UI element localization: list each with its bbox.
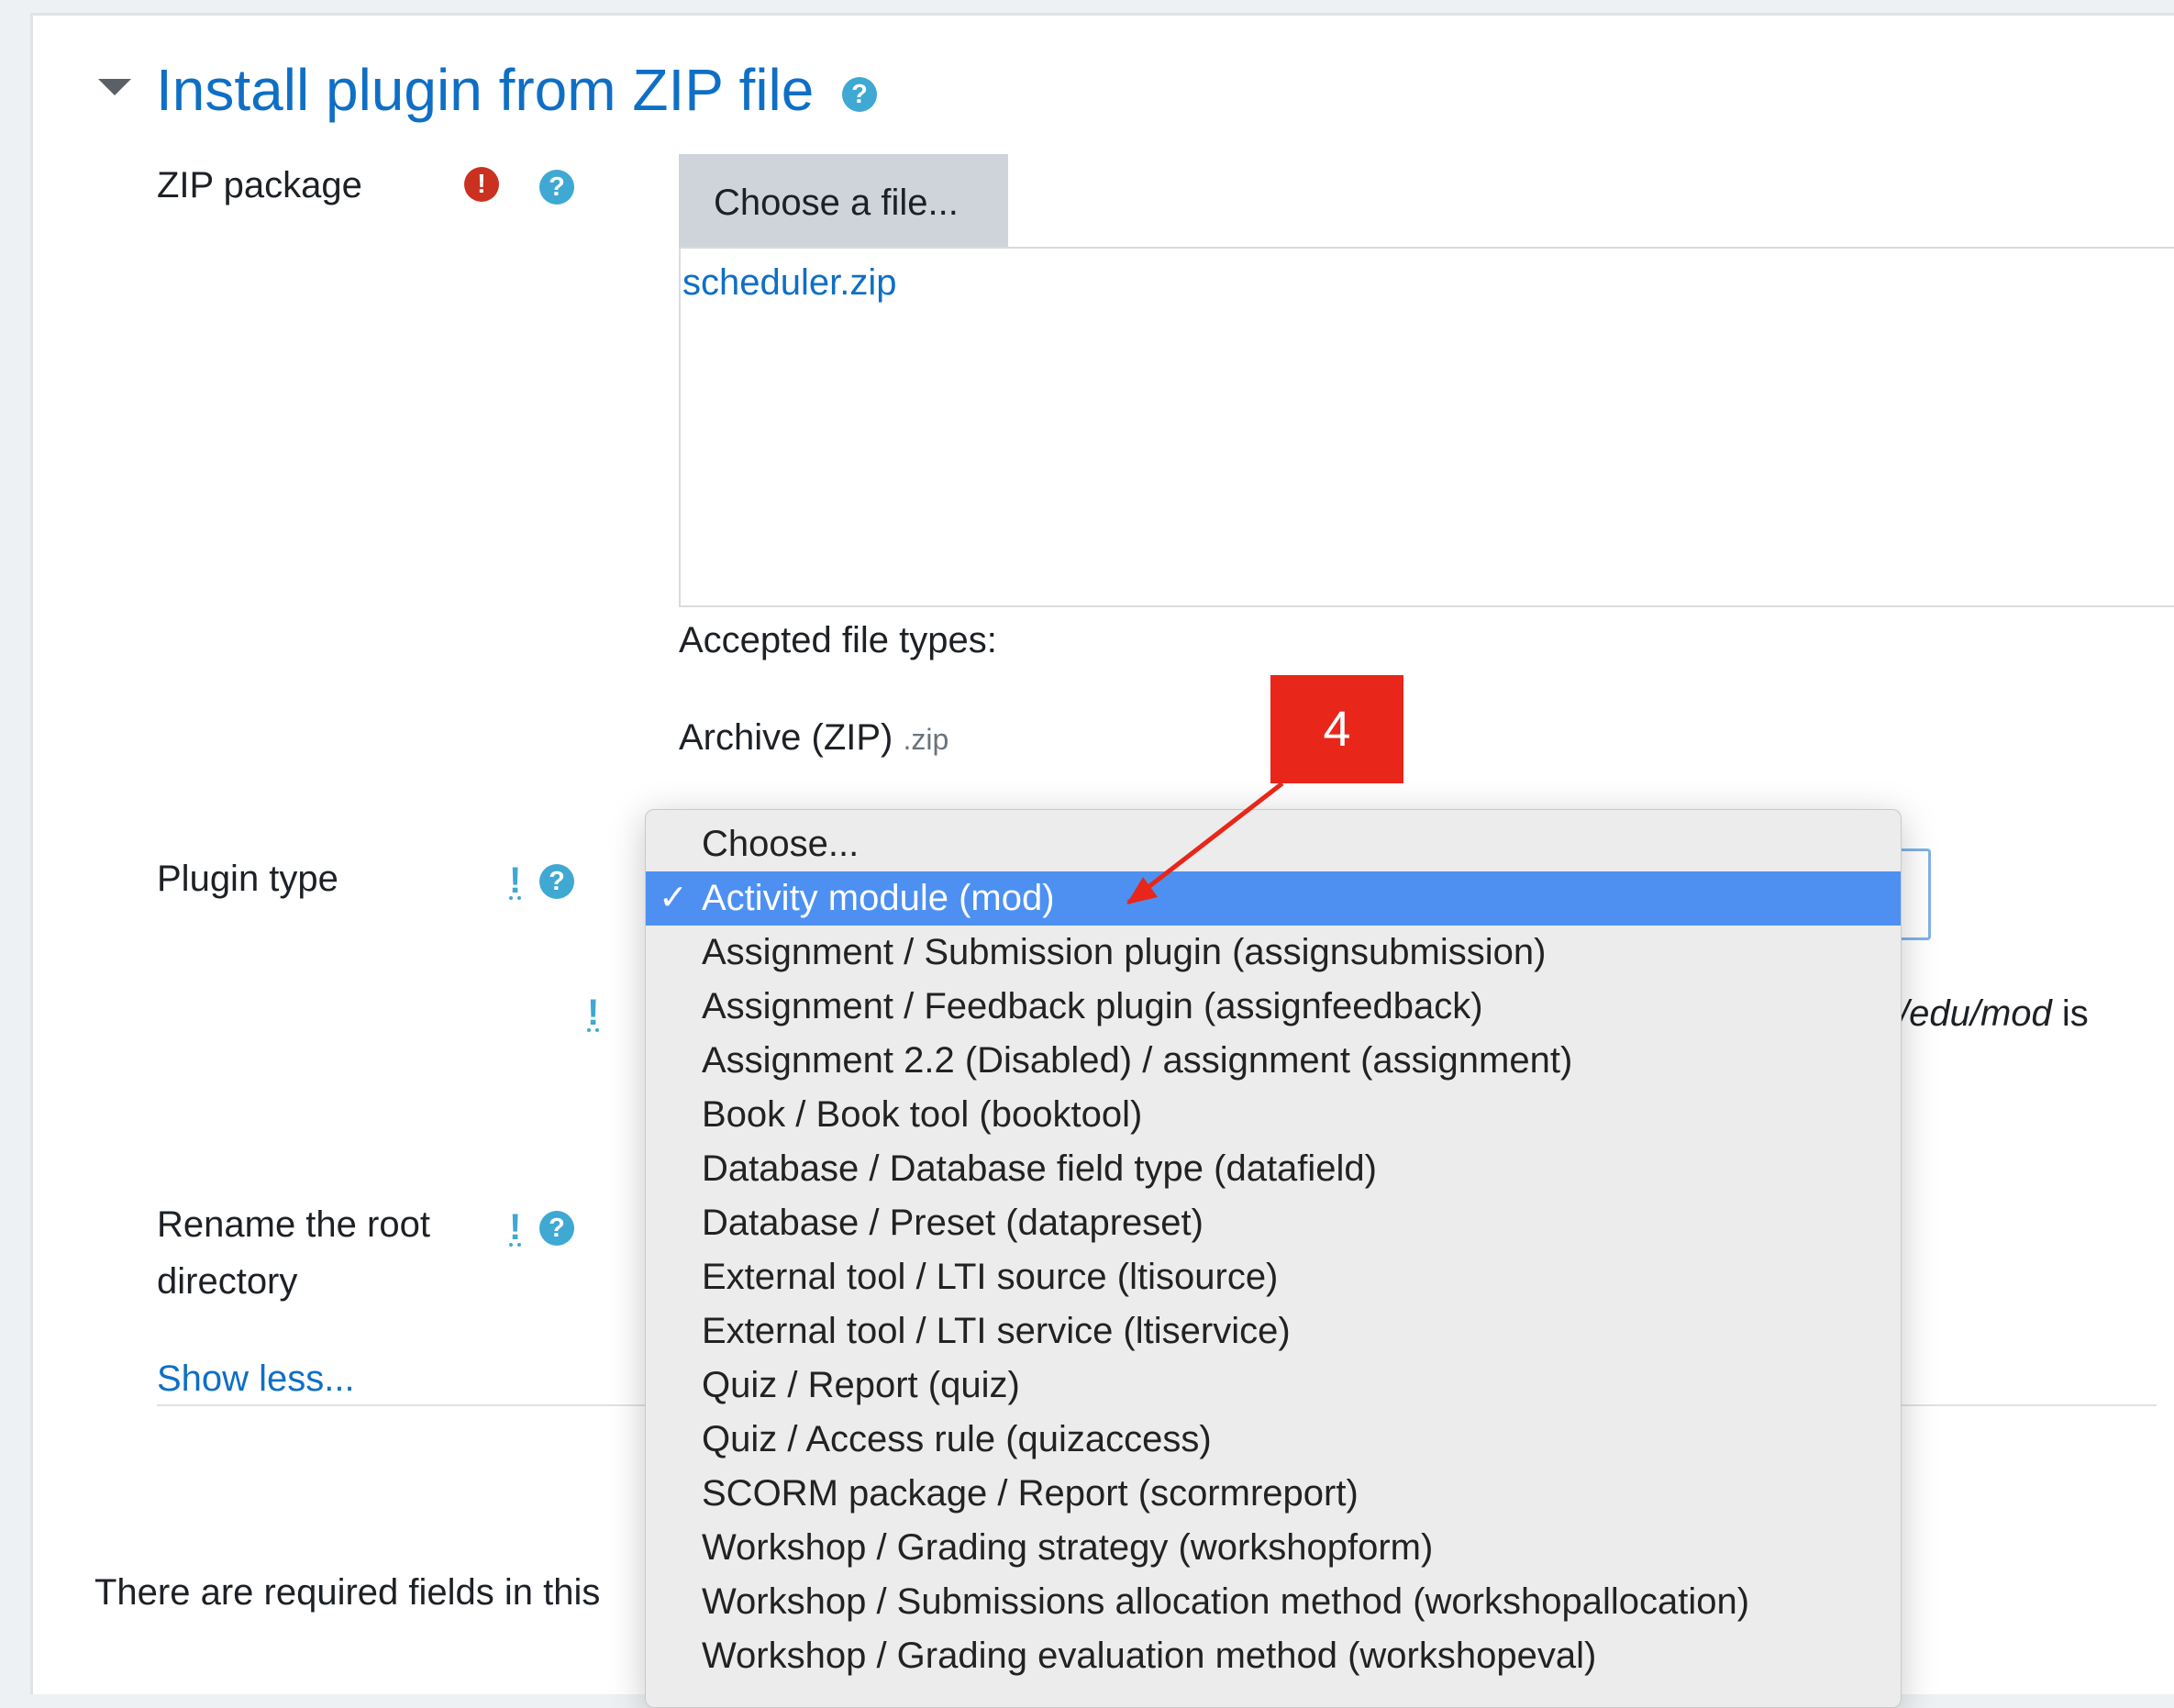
dropdown-option[interactable]: External tool / LTI service (ltiservice) (646, 1304, 1901, 1359)
accepted-types-label: Accepted file types: (679, 620, 997, 660)
dropdown-option[interactable]: Workshop / Grading strategy (workshopfor… (646, 1521, 1901, 1575)
rename-root-label-line2: directory (157, 1261, 298, 1302)
dropdown-option[interactable]: Workshop / Submissions allocation method… (646, 1575, 1901, 1629)
rename-root-help-icon[interactable]: ? (539, 1211, 574, 1246)
dropdown-option-label: Assignment / Feedback plugin (assignfeed… (702, 986, 1483, 1026)
rename-root-label-line1: Rename the root (157, 1204, 430, 1245)
dropdown-option-label: Book / Book tool (booktool) (702, 1094, 1143, 1135)
required-icon: ! (464, 167, 499, 202)
zip-package-label: ZIP package (157, 165, 362, 205)
advanced-icon[interactable]: ! (509, 1209, 521, 1246)
collapse-icon[interactable] (98, 79, 131, 95)
dropdown-option[interactable]: Quiz / Access rule (quizaccess) (646, 1413, 1901, 1467)
dropdown-option[interactable]: Workshop / Grading evaluation method (wo… (646, 1629, 1901, 1683)
dropdown-option-label: Database / Preset (datapreset) (702, 1203, 1203, 1243)
advanced-icon[interactable]: ! (509, 862, 521, 899)
file-drop-area[interactable]: scheduler.zip (679, 247, 2174, 607)
dropdown-option-selected[interactable]: ✓ Activity module (mod) (646, 871, 1901, 926)
dropdown-option-label: External tool / LTI source (ltisource) (702, 1257, 1279, 1297)
dropdown-option[interactable]: Assignment / Feedback plugin (assignfeed… (646, 980, 1901, 1034)
zip-package-help-icon[interactable]: ? (539, 170, 574, 205)
dropdown-option-label: Workshop / Grading strategy (workshopfor… (702, 1527, 1434, 1568)
dropdown-option[interactable]: SCORM package / Report (scormreport) (646, 1467, 1901, 1521)
checkmark-icon: ✓ (659, 879, 688, 917)
dropdown-option[interactable]: Assignment / Submission plugin (assignsu… (646, 926, 1901, 980)
accepted-type-name: Archive (ZIP) (679, 717, 893, 758)
dropdown-option-label: Quiz / Access rule (quizaccess) (702, 1419, 1212, 1459)
dropdown-option[interactable]: External tool / LTI source (ltisource) (646, 1250, 1901, 1304)
dropdown-option-label: Activity module (mod) (702, 878, 1055, 918)
callout-number: 4 (1323, 702, 1351, 757)
plugin-path-suffix: is (2051, 993, 2089, 1034)
section-help-icon[interactable]: ? (842, 77, 877, 112)
dropdown-option-label: Quiz / Report (quiz) (702, 1365, 1020, 1405)
dropdown-option-label: Workshop / Submissions allocation method… (702, 1581, 1750, 1622)
dropdown-option-label: Database / Database field type (datafiel… (702, 1148, 1377, 1189)
advanced-icon[interactable]: ! (587, 994, 599, 1031)
accepted-type-value: Archive (ZIP) .zip (679, 709, 948, 768)
dropdown-option[interactable]: Database / Database field type (datafiel… (646, 1142, 1901, 1196)
dropdown-option[interactable]: Database / Preset (datapreset) (646, 1196, 1901, 1250)
choose-file-button[interactable]: Choose a file... (679, 154, 1008, 247)
dropdown-option-label: Workshop / Grading evaluation method (wo… (702, 1636, 1597, 1676)
dropdown-option-label: SCORM package / Report (scormreport) (702, 1473, 1359, 1514)
accepted-type-ext: .zip (903, 723, 949, 756)
plugin-type-help-icon[interactable]: ? (539, 864, 574, 899)
dropdown-option-label: Assignment / Submission plugin (assignsu… (702, 932, 1547, 972)
plugin-path-note: /edu/mod is (1899, 987, 2089, 1040)
dropdown-option-label: Choose... (702, 824, 860, 864)
dropdown-option-label: External tool / LTI service (ltiservice) (702, 1311, 1291, 1351)
callout-badge: 4 (1270, 675, 1403, 783)
dropdown-option[interactable]: Assignment 2.2 (Disabled) / assignment (… (646, 1034, 1901, 1088)
show-less-link[interactable]: Show less... (157, 1350, 355, 1407)
plugin-path: /edu/mod (1899, 993, 2052, 1034)
plugin-type-dropdown[interactable]: Choose... ✓ Activity module (mod) Assignmen… (645, 809, 1902, 1708)
required-fields-note: There are required fields in this (94, 1572, 601, 1613)
dropdown-option[interactable]: Quiz / Report (quiz) (646, 1359, 1901, 1413)
choose-file-label: Choose a file... (714, 183, 959, 223)
dropdown-option-label: Assignment 2.2 (Disabled) / assignment (… (702, 1040, 1573, 1081)
section-title[interactable]: Install plugin from ZIP file (156, 53, 814, 127)
file-link[interactable]: scheduler.zip (682, 256, 896, 309)
plugin-type-label: Plugin type (157, 859, 338, 899)
dropdown-option[interactable]: Book / Book tool (booktool) (646, 1088, 1901, 1142)
dropdown-option[interactable]: Choose... (646, 817, 1901, 871)
